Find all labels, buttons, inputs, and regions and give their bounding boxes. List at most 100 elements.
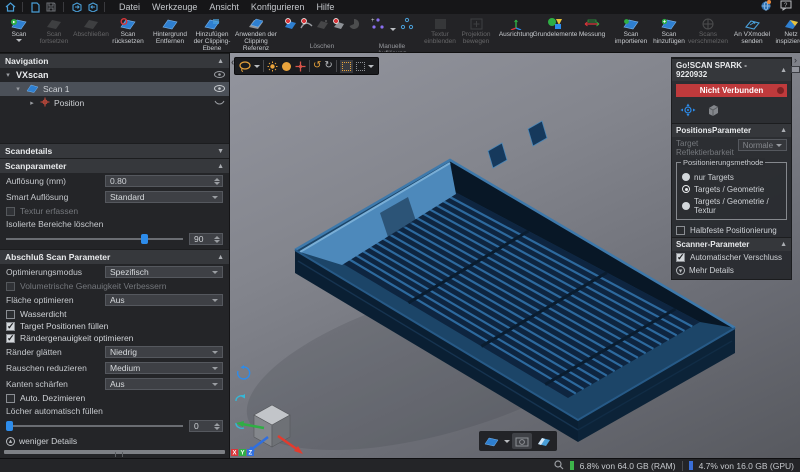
feedback-icon[interactable]: ? — [780, 0, 792, 16]
visibility-eye-icon[interactable] — [214, 70, 225, 80]
holes-spinbox[interactable]: 0 — [189, 420, 223, 433]
isolated-spinbox[interactable]: 90 — [189, 233, 223, 246]
spinner-arrows[interactable] — [214, 235, 220, 243]
tree-item-position[interactable]: ▸ Position — [0, 96, 229, 110]
watertight-checkbox[interactable] — [6, 309, 15, 319]
radio-icon[interactable] — [682, 201, 690, 210]
auto-decimate-checkbox[interactable] — [6, 393, 15, 403]
ausrichtung-button[interactable]: Ausrichtung — [498, 15, 534, 43]
menu-datei[interactable]: Datei — [119, 2, 140, 12]
delete-selection-button[interactable] — [282, 15, 298, 43]
menu-ansicht[interactable]: Ansicht — [209, 2, 239, 12]
menu-konfigurieren[interactable]: Konfigurieren — [251, 2, 305, 12]
brightness-icon[interactable] — [267, 61, 278, 72]
abschluss-header[interactable]: Abschluß Scan Parameter ▲ — [0, 249, 229, 265]
new-session-icon[interactable] — [29, 1, 41, 13]
an-vxmodel-senden-button[interactable]: An VXmodel senden — [732, 15, 772, 45]
positioning-target-icon[interactable] — [680, 103, 696, 119]
semi-rigid-checkbox[interactable] — [676, 226, 685, 236]
increase-resolution-button[interactable]: + — [366, 15, 390, 43]
spinner-arrows[interactable] — [214, 177, 220, 185]
magnifier-icon[interactable] — [554, 459, 564, 472]
horizontal-scrollbar[interactable] — [4, 450, 225, 458]
navigation-header[interactable]: Navigation ▲ — [0, 53, 229, 68]
chevron-expanded-icon[interactable]: ▾ — [14, 85, 22, 93]
visibility-eye-icon[interactable] — [214, 84, 225, 94]
visibility-arc-icon[interactable] — [214, 98, 225, 108]
slider-handle[interactable] — [140, 234, 148, 245]
viewport-3d[interactable]: ‹ ↺ ↻ Go!SCAN SPARK - 9220932 ▲ Nicht Ve… — [230, 53, 800, 458]
chevron-collapsed-icon[interactable]: ▸ — [28, 99, 36, 107]
export-icon[interactable] — [86, 2, 98, 13]
tree-item-scan1[interactable]: ▾ Scan 1 — [0, 82, 229, 96]
spinner-arrows[interactable] — [214, 422, 220, 430]
edge-accuracy-checkbox[interactable] — [6, 333, 15, 344]
rotate-right-icon[interactable]: ↻ — [324, 61, 332, 71]
scanner-header[interactable]: Go!SCAN SPARK - 9220932 ▲ — [672, 58, 791, 81]
mesh-display-button[interactable] — [482, 433, 502, 449]
tree-item-vxscan[interactable]: ▾ VXscan — [0, 68, 229, 82]
radio-selected-icon[interactable] — [682, 185, 690, 194]
scan-ruecksetzen-button[interactable]: Scan rücksetzen — [110, 15, 146, 45]
lasso-select-icon[interactable] — [239, 60, 251, 72]
scan-importieren-button[interactable]: Scan importieren — [612, 15, 650, 45]
scanparameter-header[interactable]: Scanparameter ▲ — [0, 158, 229, 174]
save-icon[interactable] — [45, 2, 57, 13]
panel-layout-icon[interactable] — [791, 66, 800, 73]
chevron-down-icon[interactable] — [367, 64, 374, 68]
menu-werkzeuge[interactable]: Werkzeuge — [152, 2, 197, 12]
volumetric-checkbox[interactable] — [6, 281, 15, 291]
clipping-ebene-button[interactable]: Hinzufügen der Clipping-Ebene — [190, 15, 234, 52]
radio-targets-geometrie-textur[interactable]: Targets / Geometrie / Textur — [680, 195, 783, 216]
delete-targets-button[interactable] — [330, 15, 346, 43]
orientation-gizmo[interactable]: X Y Z — [230, 365, 320, 458]
surface-dropdown[interactable]: Aus — [105, 294, 223, 307]
resolution-spinbox[interactable]: 0.80 — [105, 175, 223, 188]
mesh-model-icon[interactable] — [706, 104, 720, 119]
home-icon[interactable] — [4, 2, 16, 13]
connect-status-button[interactable]: Nicht Verbunden — [676, 84, 787, 97]
menu-hilfe[interactable]: Hilfe — [316, 2, 334, 12]
surface-display-button[interactable] — [534, 433, 554, 449]
radio-icon[interactable] — [682, 173, 690, 182]
sharpen-edges-dropdown[interactable]: Aus — [105, 378, 223, 391]
netz-inspizieren-button[interactable]: Netz inspizieren — [772, 15, 800, 45]
reduce-noise-dropdown[interactable]: Medium — [105, 362, 223, 375]
scanner-parameter-header[interactable]: Scanner-Parameter ▲ — [672, 237, 791, 252]
texture-checkbox[interactable] — [6, 206, 15, 216]
expand-panel-right-icon[interactable]: › — [794, 56, 797, 65]
more-details-link[interactable]: ▾ Mehr Details — [672, 264, 791, 279]
target-crosshair-icon[interactable] — [295, 61, 306, 72]
smart-resolution-dropdown[interactable]: Standard — [105, 191, 223, 204]
optimization-dropdown[interactable]: Spezifisch — [105, 266, 223, 279]
hintergrund-entfernen-button[interactable]: Hintergrund Entfernen — [150, 15, 190, 52]
reset-resolution-button[interactable] — [396, 15, 418, 43]
radio-nur-targets[interactable]: nur Targets — [680, 171, 783, 183]
scan-button[interactable]: Scan — [2, 15, 36, 45]
chevron-down-icon[interactable] — [254, 64, 260, 68]
slider-handle[interactable] — [6, 421, 13, 432]
import-icon[interactable] — [70, 2, 82, 13]
fill-targets-checkbox[interactable] — [6, 321, 15, 332]
messung-button[interactable]: Messung — [576, 15, 608, 43]
isolated-slider[interactable] — [6, 233, 183, 245]
camera-view-button[interactable] — [512, 433, 532, 449]
show-targets-icon[interactable] — [339, 59, 353, 73]
less-details-link[interactable]: ▴ weniger Details — [0, 434, 229, 448]
holes-slider[interactable] — [6, 420, 183, 432]
scandetails-header[interactable]: Scandetails ▼ — [0, 143, 229, 159]
connection-globe-icon[interactable] — [760, 0, 772, 16]
smooth-edges-dropdown[interactable]: Niedrig — [105, 346, 223, 359]
rotate-left-icon[interactable]: ↺ — [313, 61, 321, 71]
auto-shutter-checkbox[interactable] — [676, 252, 685, 263]
delete-boundary-button[interactable] — [298, 15, 314, 43]
show-targets-alt-icon[interactable] — [355, 61, 365, 71]
scan-hinzufuegen-button[interactable]: Scan hinzufügen — [650, 15, 688, 45]
chevron-down-icon[interactable] — [504, 439, 510, 443]
chevron-expanded-icon[interactable]: ▾ — [4, 71, 12, 79]
clipping-referenz-button[interactable]: Anwenden der Clipping Referenz — [234, 15, 278, 52]
exposure-circle-icon[interactable] — [281, 61, 292, 72]
grundelemente-button[interactable]: Grundelemente — [533, 15, 577, 43]
radio-targets-geometrie[interactable]: Targets / Geometrie — [680, 183, 783, 195]
positions-parameter-header[interactable]: PositionsParameter ▲ — [672, 123, 791, 137]
